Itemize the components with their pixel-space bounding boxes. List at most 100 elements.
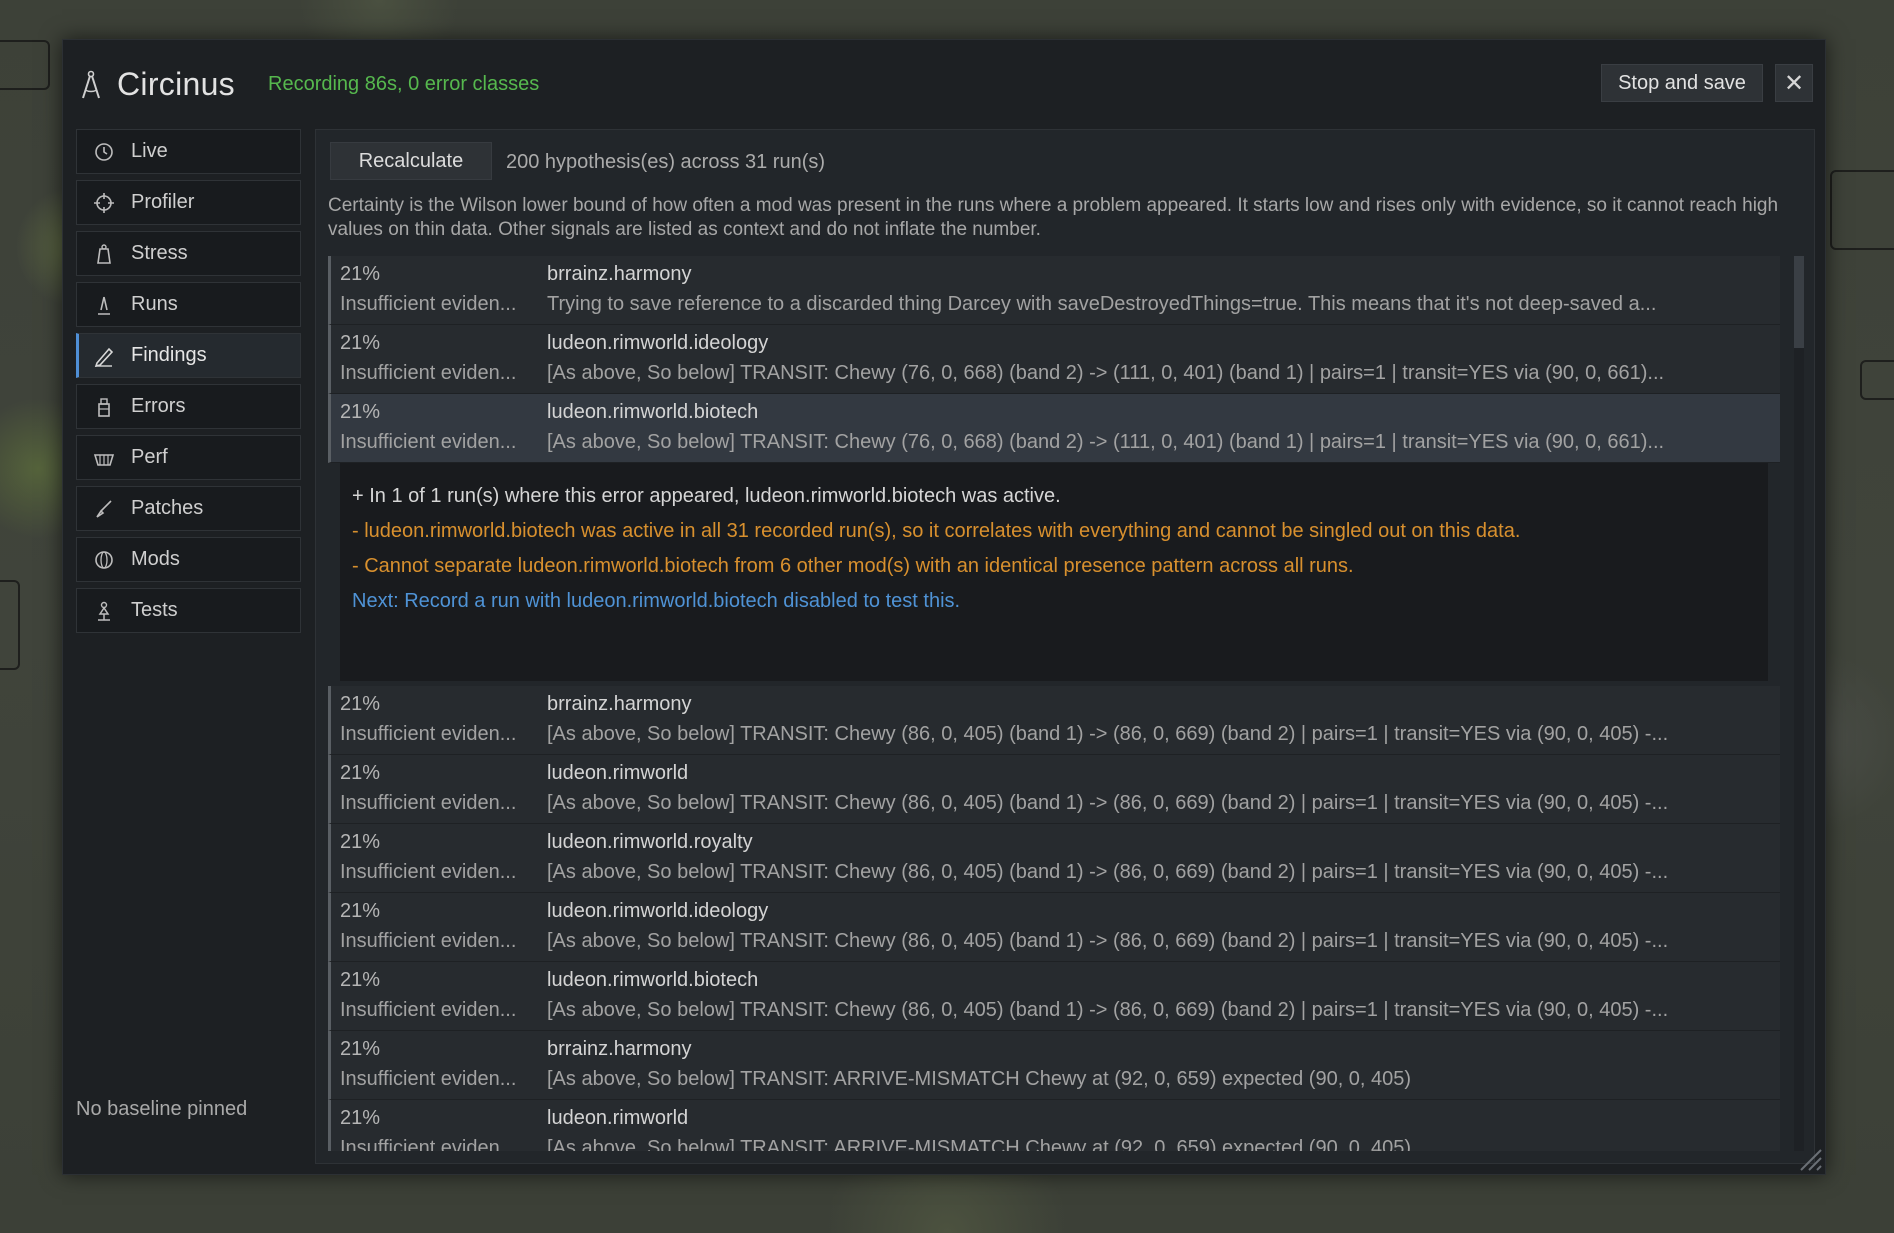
sidebar-item-label: Profiler (131, 191, 195, 213)
pen-icon (93, 345, 115, 367)
app-title: Circinus (117, 66, 235, 102)
list-scrollbar[interactable] (1794, 256, 1804, 1151)
runner-icon (93, 294, 115, 316)
mod-id: brrainz.harmony (547, 263, 692, 285)
finding-row[interactable]: 21% ludeon.rimworld.royalty Insufficient… (328, 824, 1780, 893)
findings-list[interactable]: 21% brrainz.harmony Insufficient eviden.… (328, 256, 1780, 1151)
title-bar: Circinus Recording 86s, 0 error classes … (63, 40, 1825, 120)
baseline-status: No baseline pinned (76, 1098, 248, 1120)
certainty-percent: 21% (340, 332, 381, 354)
error-message: Trying to save reference to a discarded … (547, 293, 1657, 315)
map-rock (0, 580, 20, 670)
sidebar-item-patches[interactable]: Patches (76, 486, 301, 531)
finding-row[interactable]: 21% brrainz.harmony Insufficient eviden.… (328, 256, 1780, 325)
sidebar-item-label: Findings (131, 344, 207, 366)
error-message: [As above, So below] TRANSIT: Chewy (76,… (547, 431, 1665, 453)
finding-row[interactable]: 21% ludeon.rimworld Insufficient eviden.… (328, 1100, 1780, 1151)
brush-icon (93, 498, 115, 520)
mod-id: brrainz.harmony (547, 693, 692, 715)
certainty-percent: 21% (340, 900, 381, 922)
sidebar-item-stress[interactable]: Stress (76, 231, 301, 276)
error-message: [As above, So below] TRANSIT: ARRIVE-MIS… (547, 1137, 1412, 1151)
evidence-status: Insufficient eviden... (340, 861, 517, 883)
certainty-percent: 21% (340, 762, 381, 784)
finding-row[interactable]: 21% ludeon.rimworld.biotech Insufficient… (328, 962, 1780, 1031)
sidebar: Live Profiler Stress Runs Findings Error… (76, 129, 301, 639)
certainty-percent: 21% (340, 1107, 381, 1129)
sidebar-item-label: Runs (131, 293, 178, 315)
evidence-status: Insufficient eviden... (340, 293, 517, 315)
recording-status: Recording 86s, 0 error classes (268, 73, 540, 95)
evidence-against: - ludeon.rimworld.biotech was active in … (352, 520, 1521, 542)
map-rock (0, 40, 50, 90)
finding-detail: + In 1 of 1 run(s) where this error appe… (340, 463, 1768, 681)
finding-row[interactable]: 21% brrainz.harmony Insufficient eviden.… (328, 686, 1780, 755)
clock-icon (93, 141, 115, 163)
sidebar-item-label: Patches (131, 497, 204, 519)
compass-logo-icon (82, 70, 100, 99)
certainty-percent: 21% (340, 401, 381, 423)
next-step-link[interactable]: Next: Record a run with ludeon.rimworld.… (352, 584, 1756, 619)
sidebar-item-label: Live (131, 140, 168, 162)
recalculate-button[interactable]: Recalculate (330, 142, 492, 180)
sidebar-item-label: Perf (131, 446, 168, 468)
sidebar-item-mods[interactable]: Mods (76, 537, 301, 582)
evidence-status: Insufficient eviden... (340, 930, 517, 952)
sidebar-item-label: Stress (131, 242, 188, 264)
mod-id: ludeon.rimworld.royalty (547, 831, 753, 853)
finding-row[interactable]: 21% brrainz.harmony Insufficient eviden.… (328, 1031, 1780, 1100)
sidebar-item-errors[interactable]: Errors (76, 384, 301, 429)
mod-id: brrainz.harmony (547, 1038, 692, 1060)
flask-icon (93, 600, 115, 622)
resize-grip-icon[interactable] (1797, 1146, 1823, 1172)
globe-icon (93, 549, 115, 571)
sidebar-item-live[interactable]: Live (76, 129, 301, 174)
map-rock (1860, 360, 1894, 400)
hypothesis-count: 200 hypothesis(es) across 31 run(s) (506, 151, 826, 173)
evidence-against: - Cannot separate ludeon.rimworld.biotec… (352, 555, 1354, 577)
evidence-status: Insufficient eviden... (340, 431, 517, 453)
evidence-for: + In 1 of 1 run(s) where this error appe… (352, 485, 1061, 507)
sidebar-item-runs[interactable]: Runs (76, 282, 301, 327)
finding-row[interactable]: 21% ludeon.rimworld Insufficient eviden.… (328, 755, 1780, 824)
error-message: [As above, So below] TRANSIT: Chewy (86,… (547, 723, 1669, 745)
sidebar-item-tests[interactable]: Tests (76, 588, 301, 633)
certainty-percent: 21% (340, 1038, 381, 1060)
error-message: [As above, So below] TRANSIT: Chewy (86,… (547, 930, 1669, 952)
certainty-percent: 21% (340, 831, 381, 853)
evidence-status: Insufficient eviden... (340, 723, 517, 745)
mod-id: ludeon.rimworld.ideology (547, 332, 769, 354)
evidence-status: Insufficient eviden... (340, 1137, 517, 1151)
evidence-status: Insufficient eviden... (340, 362, 517, 384)
finding-row-selected[interactable]: 21% ludeon.rimworld.biotech Insufficient… (328, 394, 1780, 463)
sidebar-item-label: Errors (131, 395, 186, 417)
certainty-percent: 21% (340, 693, 381, 715)
findings-panel: Recalculate 200 hypothesis(es) across 31… (315, 129, 1815, 1164)
crosshair-icon (93, 192, 115, 214)
mod-id: ludeon.rimworld (547, 1107, 689, 1129)
finding-row[interactable]: 21% ludeon.rimworld.ideology Insufficien… (328, 893, 1780, 962)
evidence-status: Insufficient eviden... (340, 999, 517, 1021)
circinus-window: Circinus Recording 86s, 0 error classes … (62, 39, 1826, 1175)
error-message: [As above, So below] TRANSIT: Chewy (76,… (547, 362, 1665, 384)
mod-id: ludeon.rimworld.ideology (547, 900, 769, 922)
finding-row[interactable]: 21% ludeon.rimworld.ideology Insufficien… (328, 325, 1780, 394)
mod-id: ludeon.rimworld.biotech (547, 969, 759, 991)
sidebar-item-perf[interactable]: Perf (76, 435, 301, 480)
error-message: [As above, So below] TRANSIT: Chewy (86,… (547, 792, 1669, 814)
certainty-percent: 21% (340, 263, 381, 285)
sidebar-item-findings[interactable]: Findings (76, 333, 301, 378)
scrollbar-thumb[interactable] (1794, 256, 1804, 348)
error-message: [As above, So below] TRANSIT: Chewy (86,… (547, 861, 1669, 883)
sidebar-item-label: Mods (131, 548, 180, 570)
error-message: [As above, So below] TRANSIT: ARRIVE-MIS… (547, 1068, 1412, 1090)
mod-id: ludeon.rimworld.biotech (547, 401, 759, 423)
bottle-icon (93, 396, 115, 418)
certainty-explanation: Certainty is the Wilson lower bound of h… (328, 195, 1779, 240)
evidence-status: Insufficient eviden... (340, 792, 517, 814)
weight-icon (93, 243, 115, 265)
sidebar-item-label: Tests (131, 599, 178, 621)
stop-and-save-button[interactable]: Stop and save (1601, 64, 1763, 102)
close-icon[interactable]: ✕ (1775, 64, 1813, 102)
sidebar-item-profiler[interactable]: Profiler (76, 180, 301, 225)
